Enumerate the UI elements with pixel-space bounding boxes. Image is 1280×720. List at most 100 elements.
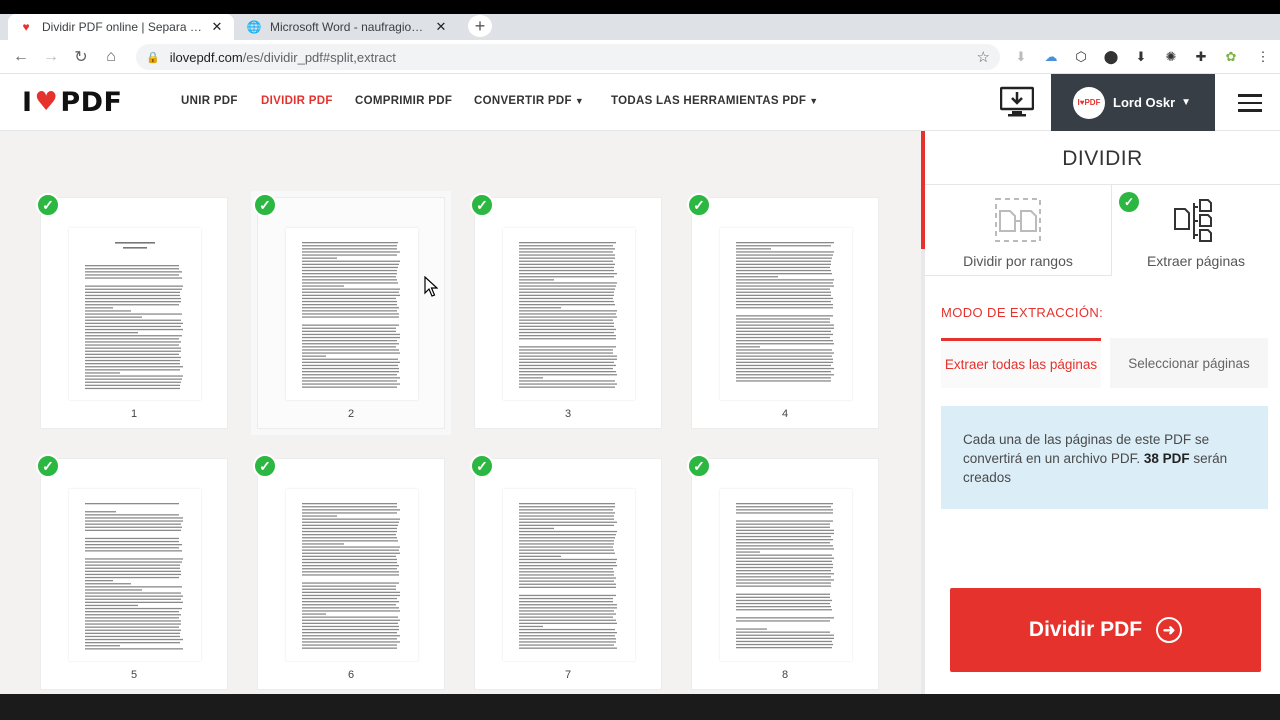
user-name: Lord Oskr bbox=[1113, 95, 1176, 110]
page-thumbnail[interactable]: ✓ 2 bbox=[253, 193, 445, 429]
split-ranges-icon bbox=[995, 198, 1041, 242]
mode-label: Dividir por rangos bbox=[963, 253, 1073, 269]
forward-arrow-icon[interactable]: → bbox=[40, 46, 62, 68]
nav-unir-pdf[interactable]: UNIR PDF bbox=[181, 95, 238, 107]
tab-title: Microsoft Word - naufragios.doc bbox=[270, 20, 428, 34]
split-options-panel: DIVIDIR Dividir por rangos Extraer págin… bbox=[925, 131, 1280, 694]
close-tab-icon[interactable]: ✕ bbox=[210, 19, 224, 35]
bookmark-star-icon[interactable]: ☆ bbox=[977, 48, 990, 66]
caret-down-icon: ▼ bbox=[809, 96, 819, 106]
page-number: 7 bbox=[564, 669, 572, 681]
extension-gear-icon[interactable]: ✺ bbox=[1162, 48, 1180, 66]
page-preview bbox=[503, 228, 635, 400]
page-preview bbox=[720, 228, 852, 400]
extract-all-pages-button[interactable]: Extraer todas las páginas bbox=[941, 338, 1101, 388]
download-arrow-icon[interactable]: ⬇ bbox=[1012, 48, 1030, 66]
nav-todas-herramientas[interactable]: TODAS LAS HERRAMIENTAS PDF ▼ bbox=[611, 95, 818, 107]
nav-dividir-pdf[interactable]: DIVIDIR PDF bbox=[261, 95, 333, 107]
page-number: 1 bbox=[130, 408, 138, 420]
nav-convertir-pdf[interactable]: CONVERTIR PDF ▼ bbox=[474, 95, 584, 107]
browser-tab-bar: ♥ Dividir PDF online | Separa las p… ✕ 🌐… bbox=[0, 0, 1280, 40]
cube-icon[interactable]: ⬡ bbox=[1072, 48, 1090, 66]
pages-grid: ✓ 1 ✓ 2 ✓ 3 ✓ 4 ✓ 5 ✓ 6 ✓ 7 ✓ 8 bbox=[0, 131, 921, 694]
puzzle-icon[interactable]: ✚ bbox=[1192, 48, 1210, 66]
info-message: Cada una de las páginas de este PDF se c… bbox=[941, 406, 1268, 509]
circle-download-icon[interactable]: ⬤ bbox=[1102, 48, 1120, 66]
home-icon[interactable]: ⌂ bbox=[100, 46, 122, 68]
page-thumbnail[interactable]: ✓ 4 bbox=[687, 193, 879, 429]
arrow-right-circle-icon: ➜ bbox=[1156, 617, 1183, 643]
page-thumbnail[interactable]: ✓ 5 bbox=[36, 454, 228, 690]
logo-letter: I bbox=[22, 86, 33, 118]
page-preview bbox=[69, 228, 201, 400]
heart-icon: ♥ bbox=[34, 87, 59, 117]
browser-tab-word[interactable]: 🌐 Microsoft Word - naufragios.doc ✕ bbox=[236, 14, 458, 40]
user-menu[interactable]: I♥PDF Lord Oskr ▼ bbox=[1051, 74, 1215, 131]
page-number: 4 bbox=[781, 408, 789, 420]
reload-icon[interactable]: ↻ bbox=[70, 46, 92, 68]
caret-down-icon: ▼ bbox=[574, 96, 585, 106]
page-number: 5 bbox=[130, 669, 138, 681]
page-number: 8 bbox=[781, 669, 789, 681]
check-icon: ✓ bbox=[470, 454, 494, 478]
panel-title: DIVIDIR bbox=[1062, 147, 1143, 170]
window-top-strip bbox=[0, 0, 1280, 14]
page-thumbnail[interactable]: ✓ 3 bbox=[470, 193, 662, 429]
page-preview bbox=[286, 489, 418, 661]
avatar: I♥PDF bbox=[1073, 86, 1105, 119]
close-tab-icon[interactable]: ✕ bbox=[434, 19, 448, 35]
browser-toolbar: ← → ↻ ⌂ 🔒 ilovepdf.com/es/dividir_pdf#sp… bbox=[0, 40, 1280, 74]
mode-split-by-ranges[interactable]: Dividir por rangos bbox=[925, 184, 1112, 276]
hamburger-menu-icon[interactable] bbox=[1238, 94, 1262, 112]
profile-leaf-icon[interactable]: ✿ bbox=[1222, 48, 1240, 66]
globe-icon: 🌐 bbox=[246, 20, 262, 34]
nav-comprimir-pdf[interactable]: COMPRIMIR PDF bbox=[355, 95, 452, 107]
cloud-icon[interactable]: ☁ bbox=[1042, 48, 1060, 66]
nav-label: CONVERTIR PDF bbox=[474, 95, 572, 107]
page-preview bbox=[720, 489, 852, 661]
tab-title: Dividir PDF online | Separa las p… bbox=[42, 20, 204, 34]
nav-label: TODAS LAS HERRAMIENTAS PDF bbox=[611, 95, 807, 107]
os-taskbar bbox=[0, 694, 1280, 720]
back-arrow-icon[interactable]: ← bbox=[10, 46, 32, 68]
browser-tab-active[interactable]: ♥ Dividir PDF online | Separa las p… ✕ bbox=[8, 14, 234, 40]
browser-menu-icon[interactable]: ⋮ bbox=[1254, 48, 1272, 66]
download-icon[interactable]: ⬇ bbox=[1132, 48, 1150, 66]
url-domain: ilovepdf.com bbox=[169, 49, 243, 65]
page-number: 6 bbox=[347, 669, 355, 681]
desktop-download-icon[interactable] bbox=[999, 86, 1035, 118]
split-pdf-button[interactable]: Dividir PDF ➜ bbox=[950, 588, 1261, 672]
site-header: I ♥ PDF UNIR PDF DIVIDIR PDF COMPRIMIR PDF… bbox=[0, 74, 1280, 131]
mode-label: Extraer páginas bbox=[1146, 253, 1246, 269]
extract-pages-icon bbox=[1174, 199, 1212, 242]
check-icon: ✓ bbox=[36, 193, 60, 217]
page-number: 3 bbox=[564, 408, 572, 420]
check-icon: ✓ bbox=[36, 454, 60, 478]
page-thumbnail[interactable]: ✓ 6 bbox=[253, 454, 445, 690]
extraction-mode-label: MODO DE EXTRACCIÓN: bbox=[941, 305, 1104, 320]
logo-text: PDF bbox=[60, 86, 123, 118]
page-preview bbox=[69, 489, 201, 661]
info-count: 38 PDF bbox=[1143, 451, 1190, 466]
page-number: 2 bbox=[347, 408, 355, 420]
lock-icon: 🔒 bbox=[146, 51, 160, 64]
page-thumbnail[interactable]: ✓ 8 bbox=[687, 454, 879, 690]
split-pdf-label: Dividir PDF bbox=[1028, 618, 1143, 641]
check-icon: ✓ bbox=[253, 454, 277, 478]
url-path: /es/dividir_pdf#split,extract bbox=[242, 49, 396, 65]
ilovepdf-logo[interactable]: I ♥ PDF bbox=[22, 86, 123, 118]
mouse-cursor-icon bbox=[424, 276, 438, 297]
check-icon: ✓ bbox=[687, 193, 711, 217]
check-icon: ✓ bbox=[253, 193, 277, 217]
new-tab-button[interactable]: + bbox=[468, 15, 492, 37]
page-preview bbox=[503, 489, 635, 661]
address-bar[interactable]: 🔒 ilovepdf.com/es/dividir_pdf#split,extr… bbox=[136, 44, 1000, 70]
ilovepdf-favicon-icon: ♥ bbox=[22, 20, 30, 34]
page-preview bbox=[286, 228, 418, 400]
page-thumbnail[interactable]: ✓ 7 bbox=[470, 454, 662, 690]
select-pages-button[interactable]: Seleccionar páginas bbox=[1110, 338, 1268, 388]
check-icon: ✓ bbox=[1119, 192, 1139, 212]
check-icon: ✓ bbox=[470, 193, 494, 217]
check-icon: ✓ bbox=[687, 454, 711, 478]
page-thumbnail[interactable]: ✓ 1 bbox=[36, 193, 228, 429]
